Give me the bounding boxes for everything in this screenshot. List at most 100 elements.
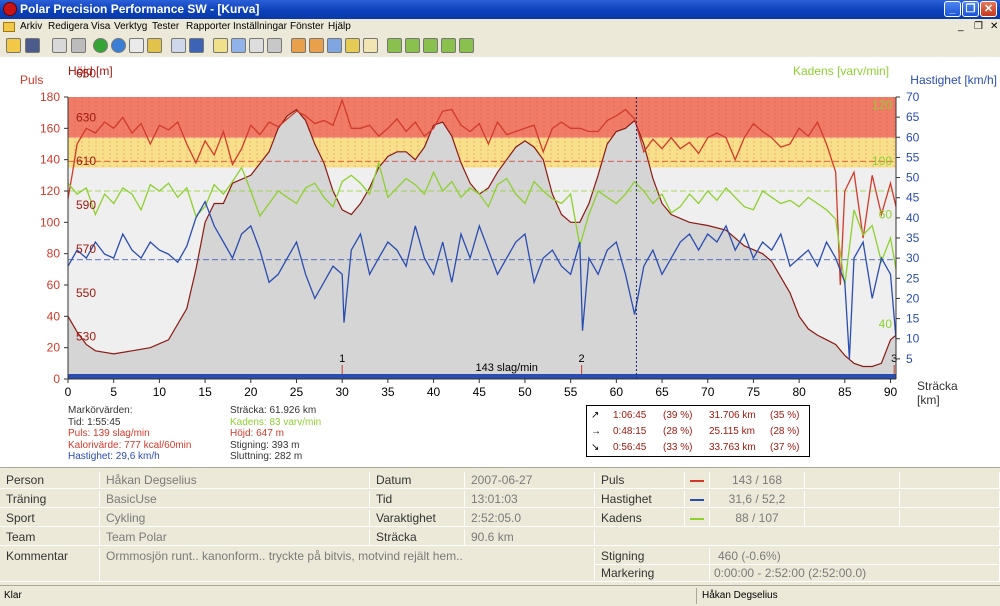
- sport-value[interactable]: Cykling: [100, 510, 370, 527]
- right-tick-label: 40: [906, 211, 920, 225]
- distance-value[interactable]: 90.6 km: [465, 529, 595, 546]
- altitude-axis-label: Höjd [m]: [68, 64, 113, 78]
- cut-icon[interactable]: [71, 38, 86, 53]
- curve-chart[interactable]: 143 slag/min1 2 3 020406080100120140160180…: [0, 57, 1000, 465]
- wireless-icon[interactable]: [129, 38, 144, 53]
- heart-icon[interactable]: [3, 2, 17, 16]
- empty-cell-6: [900, 510, 1000, 527]
- menu-verktyg[interactable]: Verktyg: [114, 21, 147, 32]
- menu-fonster[interactable]: Fönster: [290, 21, 324, 32]
- cadence-tick-label: 60: [879, 208, 893, 222]
- right-tick-label: 5: [906, 352, 913, 366]
- mdi-close-button[interactable]: ✕: [990, 21, 998, 32]
- menu-visa[interactable]: Visa: [91, 21, 110, 32]
- training-value[interactable]: BasicUse: [100, 491, 370, 508]
- downhill-time-pct: (33 %): [663, 442, 693, 453]
- maximize-button[interactable]: ❐: [962, 1, 979, 17]
- date-value[interactable]: 2007-06-27: [465, 472, 595, 489]
- minimize-button[interactable]: _: [944, 1, 961, 17]
- left-tick-label: 160: [40, 121, 60, 135]
- print-icon[interactable]: [52, 38, 67, 53]
- x-tick-label: 70: [701, 385, 715, 399]
- comment-label: Kommentar: [0, 548, 100, 582]
- flat-time-pct: (28 %): [663, 426, 693, 437]
- distance-label: Sträcka: [370, 529, 465, 546]
- right-tick-label: 35: [906, 231, 920, 245]
- bar-chart-icon[interactable]: [231, 38, 246, 53]
- close-button[interactable]: ✕: [980, 1, 997, 17]
- right-tick-label: 55: [906, 150, 920, 164]
- menu-hjalp[interactable]: Hjälp: [328, 21, 351, 32]
- zone-band: [68, 137, 896, 168]
- table-icon[interactable]: [267, 38, 282, 53]
- week-chart-5-icon[interactable]: [459, 38, 474, 53]
- week-chart-2-icon[interactable]: [405, 38, 420, 53]
- summary-icon[interactable]: [249, 38, 264, 53]
- pulse-value: 143 / 168: [710, 472, 805, 489]
- right-tick-label: 10: [906, 332, 920, 346]
- menu-tester[interactable]: Tester: [152, 21, 179, 32]
- compare-icon[interactable]: [327, 38, 342, 53]
- x-tick-label: 10: [153, 385, 167, 399]
- altitude-tick-label: 610: [76, 154, 96, 168]
- x-tick-label: 40: [427, 385, 441, 399]
- globe-icon[interactable]: [111, 38, 126, 53]
- x-tick-label: 25: [290, 385, 304, 399]
- menu-installningar[interactable]: Inställningar: [233, 21, 287, 32]
- marker-ascent: Stigning: 393 m: [230, 439, 300, 451]
- menu-arkiv[interactable]: Arkiv: [20, 21, 42, 32]
- person-chart-icon[interactable]: [309, 38, 324, 53]
- flat-distance-pct: (28 %): [770, 426, 800, 437]
- open-folder-icon[interactable]: [6, 38, 21, 53]
- status-user: Håkan Degselius: [702, 590, 778, 601]
- person-icon[interactable]: [291, 38, 306, 53]
- x-tick-label: 0: [65, 385, 72, 399]
- zone-icon[interactable]: [345, 38, 360, 53]
- menu-rapporter[interactable]: Rapporter: [186, 21, 230, 32]
- bar-text: 143 slag/min: [475, 362, 537, 374]
- pulse-legend: [685, 472, 710, 489]
- curve-icon[interactable]: [213, 38, 228, 53]
- save-icon[interactable]: [25, 38, 40, 53]
- curve-chart-panel: 143 slag/min 1 2 3 0 20 40 60 80 100 120 140 160 180…: [0, 57, 1000, 465]
- x-tick-label: 35: [381, 385, 395, 399]
- week-chart-3-icon[interactable]: [423, 38, 438, 53]
- document-icon[interactable]: [3, 22, 15, 32]
- x-tick-label: 15: [198, 385, 212, 399]
- person-value[interactable]: Håkan Degselius: [100, 472, 370, 489]
- left-tick-label: 60: [47, 278, 61, 292]
- marker-calories: Kalorivärde: 777 kcal/60min: [68, 439, 192, 451]
- speed-value: 31,6 / 52,2: [710, 491, 805, 508]
- window-title: Polar Precision Performance SW - [Kurva]: [20, 2, 260, 16]
- cadence-legend: [685, 510, 710, 527]
- time-value[interactable]: 13:01:03: [465, 491, 595, 508]
- uphill-time-pct: (39 %): [663, 410, 693, 421]
- week-chart-1-icon[interactable]: [387, 38, 402, 53]
- right-tick-label: 20: [906, 291, 920, 305]
- refresh-icon[interactable]: [93, 38, 108, 53]
- altitude-tick-label: 570: [76, 242, 96, 256]
- x-tick-label: 85: [838, 385, 852, 399]
- menu-redigera[interactable]: Redigera: [48, 21, 89, 32]
- book-icon[interactable]: [189, 38, 204, 53]
- marker-values-title: Markörvärden:: [68, 405, 133, 416]
- flat-distance: 25.115 km: [709, 426, 755, 437]
- right-tick-label: 25: [906, 271, 920, 285]
- left-tick-label: 0: [53, 372, 60, 386]
- duration-value[interactable]: 2:52:05.0: [465, 510, 595, 527]
- mdi-restore-button[interactable]: ❐: [974, 21, 983, 32]
- x-axis-label: Sträcka: [917, 379, 958, 393]
- downhill-distance: 33.763 km: [709, 442, 756, 453]
- trend-icon[interactable]: [363, 38, 378, 53]
- comment-value[interactable]: Ormmosjön runt.. kanonform.. tryckte på …: [100, 548, 595, 582]
- left-tick-label: 140: [40, 153, 60, 167]
- x-tick-label: 5: [110, 385, 117, 399]
- uphill-time: 1:06:45: [613, 410, 647, 421]
- wand-icon[interactable]: [147, 38, 162, 53]
- team-value[interactable]: Team Polar: [100, 529, 370, 546]
- week-chart-4-icon[interactable]: [441, 38, 456, 53]
- calendar-icon[interactable]: [171, 38, 186, 53]
- downhill-distance-pct: (37 %): [770, 442, 800, 453]
- empty-cell-4: [900, 491, 1000, 508]
- mdi-minimize-button[interactable]: _: [958, 21, 964, 32]
